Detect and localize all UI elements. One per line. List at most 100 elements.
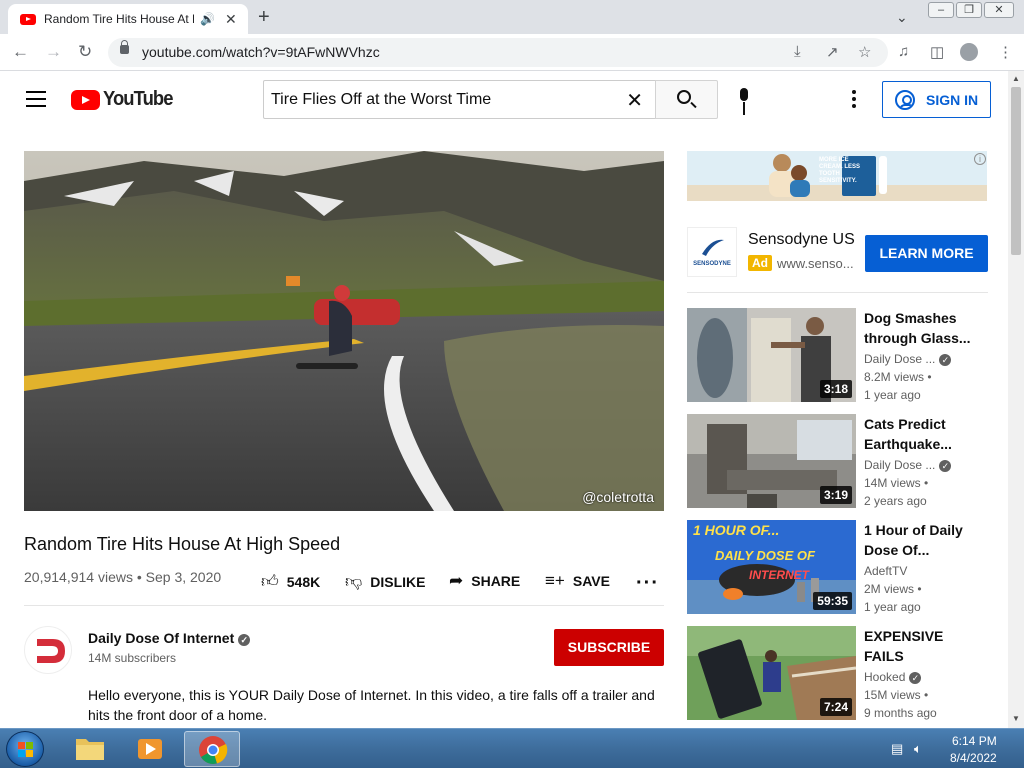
tab-title: Random Tire Hits House At High Speed - Y… (44, 12, 194, 26)
start-button[interactable] (6, 731, 44, 767)
advertiser-logo[interactable]: SENSODYNE (687, 227, 737, 277)
minimize-window-icon[interactable]: – (928, 2, 954, 18)
url-text[interactable]: youtube.com/watch?v=9tAFwNWVhzc (142, 44, 380, 60)
channel-name-text[interactable]: Daily Dose Of Internet (88, 630, 234, 646)
video-thumbnail[interactable]: 7:24 (687, 626, 856, 720)
share-button[interactable]: ➦ SHARE (449, 571, 520, 591)
video-thumbnail[interactable]: 3:18 (687, 308, 856, 402)
subscribe-button[interactable]: SUBSCRIBE (554, 629, 664, 666)
new-tab-icon[interactable]: + (258, 6, 270, 29)
sensodyne-logo-icon (702, 239, 724, 256)
save-button[interactable]: ≡+ SAVE (545, 571, 610, 591)
channel-name-text[interactable]: Daily Dose ... (864, 458, 935, 472)
tab-search-chevron-icon[interactable]: ⌄ (896, 9, 908, 26)
address-bar[interactable]: youtube.com/watch?v=9tAFwNWVhzc ⤓ ↗ ☆ (108, 38, 888, 67)
clock-time[interactable]: 6:14 PM (952, 734, 997, 748)
video-watermark: @coletrotta (582, 489, 654, 505)
ad-banner-image[interactable]: MORE ICE CREAM. LESS TOOTH SENSITIVITY. (687, 151, 987, 201)
page-scrollbar[interactable]: ▲ ▼ (1008, 71, 1024, 728)
recommended-video-cats-predict[interactable]: 3:19 Cats Predict Earthquake... Daily Do… (687, 414, 989, 508)
recommended-video-dog-smashes[interactable]: 3:18 Dog Smashes through Glass... Daily … (687, 308, 989, 402)
microphone-icon[interactable] (738, 88, 750, 110)
advertiser-url[interactable]: www.senso... (777, 256, 854, 271)
video-player[interactable]: @coletrotta (24, 151, 664, 511)
video-duration: 3:19 (819, 486, 852, 504)
search-button[interactable] (655, 80, 718, 119)
reload-icon[interactable]: ↻ (78, 42, 92, 62)
more-actions-icon[interactable]: ··· (636, 572, 659, 595)
lock-icon[interactable] (120, 40, 129, 54)
recommended-video-expensive-fails[interactable]: 7:24 EXPENSIVE FAILS Hooked ✓ 15M views •… (687, 626, 989, 720)
media-control-icon[interactable]: ♫ (898, 43, 909, 60)
ad-info-icon[interactable]: i (974, 153, 986, 165)
thumbnail-text-line-3: INTERNET (749, 568, 809, 582)
channel-name-text[interactable]: Hooked (864, 670, 905, 684)
browser-tab-strip: Random Tire Hits House At High Speed - Y… (0, 0, 1024, 34)
back-arrow-icon[interactable]: ← (12, 42, 29, 62)
video-duration: 7:24 (819, 698, 852, 716)
channel-name[interactable]: Daily Dose ... ✓ (864, 352, 952, 366)
video-title[interactable]: Cats Predict Earthquake... (864, 414, 974, 454)
video-description: Hello everyone, this is YOUR Daily Dose … (88, 687, 655, 723)
settings-more-icon[interactable] (852, 90, 856, 111)
upload-age: 1 year ago (864, 600, 921, 614)
side-panel-icon[interactable]: ◫ (930, 43, 944, 61)
learn-more-button[interactable]: LEARN MORE (865, 235, 988, 272)
close-window-icon[interactable]: ✕ (984, 2, 1014, 18)
channel-name[interactable]: Daily Dose ... ✓ (864, 458, 952, 472)
hamburger-menu-icon[interactable] (26, 91, 46, 107)
search-input[interactable]: Tire Flies Off at the Worst Time ✕ (263, 80, 656, 119)
network-icon[interactable]: ▤ (891, 741, 903, 757)
forward-arrow-icon[interactable]: → (45, 42, 62, 62)
video-title[interactable]: 1 Hour of Daily Dose Of... (864, 520, 974, 560)
sidebar-divider (687, 292, 988, 293)
thumbs-down-icon: 👎︎ (345, 572, 363, 591)
scrollbar-thumb[interactable] (1011, 87, 1021, 255)
video-duration: 3:18 (819, 380, 852, 398)
video-title[interactable]: EXPENSIVE FAILS (864, 626, 974, 666)
dislike-button[interactable]: 👎︎ DISLIKE (345, 571, 426, 592)
ad-banner-text: MORE ICE CREAM. LESS TOOTH SENSITIVITY. (819, 157, 861, 184)
recommended-video-1-hour-daily-dose[interactable]: 1 HOUR OF... DAILY DOSE OF INTERNET 59:3… (687, 520, 989, 614)
chrome-menu-icon[interactable]: ⋮ (998, 43, 1013, 61)
like-count: 548K (286, 573, 321, 590)
subscriber-count: 14M subscribers (88, 651, 177, 665)
channel-avatar[interactable] (24, 626, 72, 674)
channel-name[interactable]: Daily Dose Of Internet ✓ (88, 630, 251, 646)
channel-name[interactable]: Hooked ✓ (864, 670, 922, 684)
clear-search-icon[interactable]: ✕ (626, 88, 643, 113)
browser-toolbar: ← → ↻ youtube.com/watch?v=9tAFwNWVhzc ⤓ … (0, 34, 1024, 71)
verified-check-icon: ✓ (939, 354, 952, 366)
sign-in-label: SIGN IN (926, 91, 979, 108)
file-explorer-taskbar-button[interactable] (62, 731, 118, 767)
install-app-icon[interactable]: ⤓ (794, 43, 801, 60)
share-page-icon[interactable]: ↗ (826, 43, 839, 61)
thumbs-up-icon: 👍︎ (261, 572, 279, 591)
video-thumbnail[interactable]: 1 HOUR OF... DAILY DOSE OF INTERNET 59:3… (687, 520, 856, 614)
windows-logo-icon (18, 742, 34, 758)
chrome-taskbar-button[interactable] (184, 731, 240, 767)
media-player-taskbar-button[interactable] (122, 731, 178, 767)
video-thumbnail[interactable]: 3:19 (687, 414, 856, 508)
scroll-up-arrow-icon[interactable]: ▲ (1012, 74, 1020, 83)
bookmark-star-icon[interactable]: ☆ (858, 43, 871, 61)
advertiser-name[interactable]: Sensodyne US (748, 231, 855, 249)
volume-icon[interactable]: 🔈︎ (914, 741, 922, 757)
clock-date[interactable]: 8/4/2022 (950, 751, 997, 765)
speaker-icon[interactable]: 🔊 (200, 12, 215, 26)
view-count: 2M views • (864, 582, 922, 596)
channel-name-text[interactable]: Daily Dose ... (864, 352, 935, 366)
windows-taskbar: ▤ 🔈︎ 6:14 PM 8/4/2022 (0, 728, 1024, 768)
youtube-logo[interactable]: YouTube (71, 88, 179, 111)
browser-tab[interactable]: Random Tire Hits House At High Speed - Y… (8, 4, 248, 34)
scroll-down-arrow-icon[interactable]: ▼ (1012, 714, 1020, 723)
like-button[interactable]: 👍︎ 548K (261, 571, 320, 592)
profile-avatar-icon[interactable] (960, 43, 978, 61)
tab-close-icon[interactable]: ✕ (225, 11, 237, 28)
sign-in-button[interactable]: SIGN IN (882, 81, 991, 118)
divider (24, 605, 664, 606)
search-input-value[interactable]: Tire Flies Off at the Worst Time (271, 91, 491, 109)
channel-name[interactable]: AdeftTV (864, 564, 907, 578)
restore-window-icon[interactable]: ❐ (956, 2, 982, 18)
video-title[interactable]: Dog Smashes through Glass... (864, 308, 974, 348)
